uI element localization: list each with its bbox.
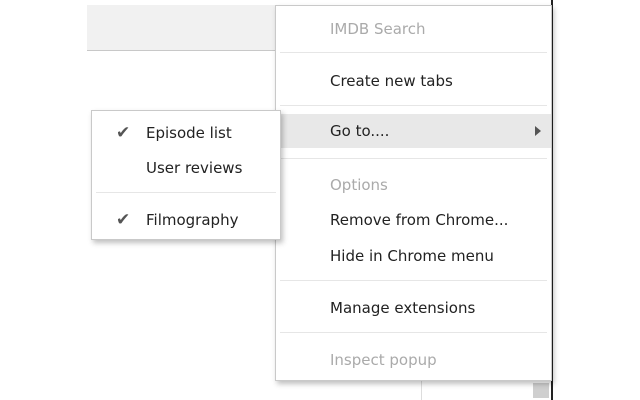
- scrollbar-thumb[interactable]: [533, 383, 549, 398]
- menu-item-label: Go to....: [330, 122, 390, 140]
- menu-item-manage-extensions[interactable]: Manage extensions: [276, 291, 551, 325]
- submenu-arrow-icon: [535, 126, 541, 136]
- separator: [280, 52, 547, 53]
- context-menu: IMDB Search Create new tabs Go to.... Op…: [275, 5, 552, 381]
- menu-item-remove-from-chrome[interactable]: Remove from Chrome...: [276, 203, 551, 237]
- menu-item-hide-in-chrome-menu[interactable]: Hide in Chrome menu: [276, 239, 551, 273]
- submenu-item-filmography[interactable]: ✔ Filmography: [92, 203, 280, 237]
- submenu-item-label: Filmography: [146, 211, 239, 229]
- submenu-item-label: Episode list: [146, 124, 232, 142]
- go-to-submenu: ✔ Episode list User reviews ✔ Filmograph…: [91, 110, 281, 240]
- checkmark-icon: ✔: [116, 210, 131, 230]
- page-header-bar: [87, 5, 277, 51]
- separator: [280, 158, 547, 159]
- menu-title-imdb-search: IMDB Search: [330, 20, 426, 38]
- submenu-item-user-reviews[interactable]: User reviews: [92, 151, 280, 185]
- submenu-item-episode-list[interactable]: ✔ Episode list: [92, 116, 280, 150]
- submenu-item-label: User reviews: [146, 159, 243, 177]
- checkmark-icon: ✔: [116, 123, 131, 143]
- menu-item-options: Options: [330, 176, 388, 194]
- separator: [280, 332, 547, 333]
- menu-item-go-to[interactable]: Go to....: [276, 114, 551, 148]
- menu-item-inspect-popup: Inspect popup: [330, 351, 437, 369]
- menu-item-create-new-tabs[interactable]: Create new tabs: [276, 64, 551, 98]
- divider: [421, 380, 422, 400]
- separator: [96, 192, 276, 193]
- separator: [280, 280, 547, 281]
- separator: [280, 105, 547, 106]
